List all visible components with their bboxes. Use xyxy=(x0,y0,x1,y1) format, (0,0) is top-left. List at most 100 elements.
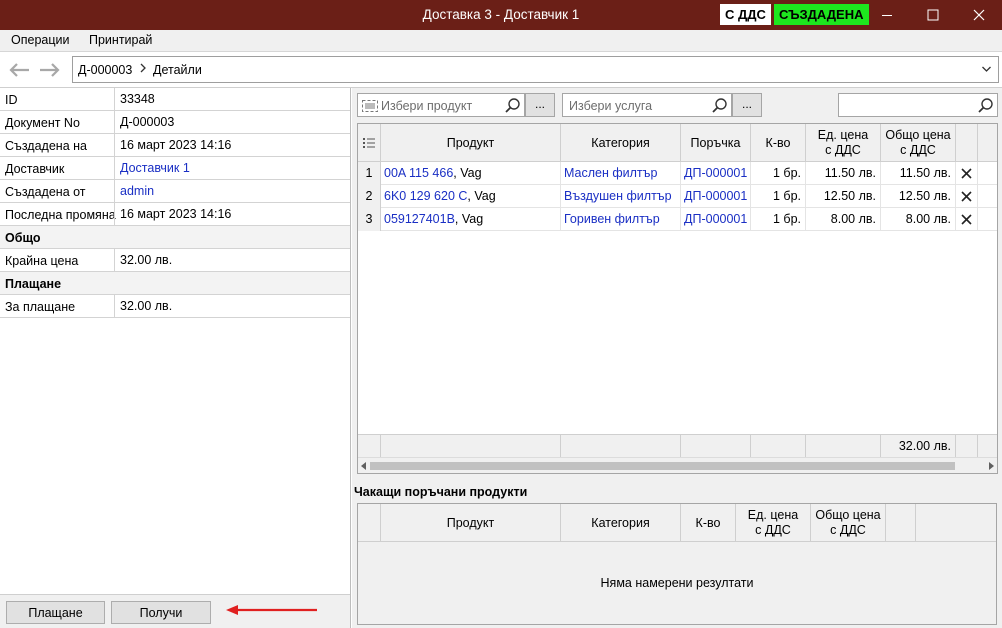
filter-input[interactable] xyxy=(838,93,998,117)
footer-cell xyxy=(381,435,561,458)
header-unit-price[interactable]: Ед. цена с ДДС xyxy=(736,504,811,542)
maximize-button[interactable] xyxy=(910,0,956,30)
row-number: 1 xyxy=(358,162,381,185)
waiting-products-title: Чакащи поръчани продукти xyxy=(354,485,528,499)
delete-row-button[interactable] xyxy=(956,185,978,208)
waiting-grid-header: Продукт Категория К-во Ед. цена с ДДС Об… xyxy=(358,504,996,542)
forward-button[interactable] xyxy=(37,59,63,81)
delete-row-button[interactable] xyxy=(956,208,978,231)
back-button[interactable] xyxy=(6,59,32,81)
section-payment-label: Плащане xyxy=(5,277,62,291)
header-unit-price[interactable]: Ед. цена с ДДС xyxy=(806,124,881,162)
empty-results-message: Няма намерени резултати xyxy=(600,576,754,590)
total-price-cell: 12.50 лв. xyxy=(881,185,956,208)
product-selector[interactable]: Избери продукт xyxy=(357,93,525,117)
last-modified-label: Последна промяна xyxy=(5,208,116,222)
header-actions xyxy=(886,504,916,542)
payment-button[interactable]: Плащане xyxy=(6,601,105,624)
menu-operations[interactable]: Операции xyxy=(11,33,69,47)
unit-price-cell: 11.50 лв. xyxy=(806,162,881,185)
header-order[interactable]: Поръчка xyxy=(681,124,751,162)
title-bar: Доставка 3 - Доставчик 1 С ДДС СЪЗДАДЕНА xyxy=(0,0,1002,30)
order-link[interactable]: ДП-000001 xyxy=(681,185,751,208)
close-icon xyxy=(973,9,985,21)
delete-row-button[interactable] xyxy=(956,162,978,185)
receive-button[interactable]: Получи xyxy=(111,601,211,624)
created-by-label: Създадена от xyxy=(5,185,86,199)
product-brand: , Vag xyxy=(454,212,484,226)
search-icon[interactable] xyxy=(504,97,521,114)
footer-cell xyxy=(681,435,751,458)
product-link[interactable]: 6K0 129 620 C xyxy=(384,189,467,203)
service-selector[interactable]: Избери услуга xyxy=(562,93,732,117)
order-link[interactable]: ДП-000001 xyxy=(681,208,751,231)
header-total-price[interactable]: Общо цена с ДДС xyxy=(881,124,956,162)
header-blank xyxy=(358,504,381,542)
header-product[interactable]: Продукт xyxy=(381,124,561,162)
search-icon[interactable] xyxy=(977,97,994,114)
menu-print[interactable]: Принтирай xyxy=(89,33,152,47)
product-cell: 059127401B, Vag xyxy=(381,208,561,231)
close-window-button[interactable] xyxy=(956,0,1002,30)
chevron-right-icon xyxy=(140,63,146,73)
to-pay-value: 32.00 лв. xyxy=(114,295,172,318)
section-payment: Плащане xyxy=(0,272,350,295)
unit-price-cell: 12.50 лв. xyxy=(806,185,881,208)
chevron-down-icon[interactable] xyxy=(981,64,992,74)
search-icon[interactable] xyxy=(711,97,728,114)
breadcrumb-details[interactable]: Детайли xyxy=(153,63,202,77)
created-by-link[interactable]: admin xyxy=(114,180,154,203)
category-link[interactable]: Въздушен филтър xyxy=(561,185,681,208)
service-browse-button[interactable]: ... xyxy=(732,93,762,117)
to-pay-label: За плащане xyxy=(5,300,76,314)
scroll-left-icon[interactable] xyxy=(361,462,367,470)
final-price-label: Крайна цена xyxy=(5,254,79,268)
header-total-price-line1: Общо цена xyxy=(815,508,881,522)
footer-cell xyxy=(751,435,806,458)
breadcrumb-document[interactable]: Д-000003 xyxy=(78,63,132,77)
scroll-right-icon[interactable] xyxy=(988,462,994,470)
header-qty[interactable]: К-во xyxy=(751,124,806,162)
product-link[interactable]: 00A 115 466 xyxy=(384,166,453,180)
header-actions xyxy=(956,124,978,162)
table-row[interactable]: 1 00A 115 466, Vag Маслен филтър ДП-0000… xyxy=(358,162,997,185)
scrollbar-thumb[interactable] xyxy=(370,462,955,470)
section-total: Общо xyxy=(0,226,350,249)
waiting-products-grid: Продукт Категория К-во Ед. цена с ДДС Об… xyxy=(357,503,997,625)
table-row[interactable]: 2 6K0 129 620 C, Vag Въздушен филтър ДП-… xyxy=(358,185,997,208)
navigation-bar: Д-000003 Детайли xyxy=(0,52,1002,88)
service-selector-placeholder: Избери услуга xyxy=(569,99,653,113)
last-modified-value: 16 март 2023 14:16 xyxy=(114,203,231,226)
qty-cell: 1 бр. xyxy=(751,185,806,208)
row-document-no: Документ No Д-000003 xyxy=(0,111,350,134)
delete-icon xyxy=(961,168,972,179)
header-total-price-line1: Общо цена xyxy=(885,128,951,142)
horizontal-scrollbar[interactable] xyxy=(358,457,997,473)
footer-total: 32.00 лв. xyxy=(881,435,956,458)
category-link[interactable]: Горивен филтър xyxy=(561,208,681,231)
header-category[interactable]: Категория xyxy=(561,504,681,542)
header-unit-price-line2: с ДДС xyxy=(755,523,791,537)
header-product[interactable]: Продукт xyxy=(381,504,561,542)
header-unit-price-line1: Ед. цена xyxy=(747,508,799,522)
barcode-icon xyxy=(362,100,378,112)
arrow-left-icon xyxy=(9,63,29,77)
category-link[interactable]: Маслен филтър xyxy=(561,162,681,185)
order-link[interactable]: ДП-000001 xyxy=(681,162,751,185)
minimize-button[interactable] xyxy=(864,0,910,30)
product-selector-placeholder: Избери продукт xyxy=(381,99,473,113)
maximize-icon xyxy=(927,9,939,21)
annotation-arrow-icon xyxy=(226,605,317,615)
column-chooser[interactable] xyxy=(358,124,381,162)
header-category[interactable]: Категория xyxy=(561,124,681,162)
header-unit-price-line1: Ед. цена xyxy=(817,128,869,142)
table-row[interactable]: 3 059127401B, Vag Горивен филтър ДП-0000… xyxy=(358,208,997,231)
supplier-link[interactable]: Доставчик 1 xyxy=(114,157,190,180)
header-total-price[interactable]: Общо цена с ДДС xyxy=(811,504,886,542)
breadcrumb[interactable]: Д-000003 Детайли xyxy=(72,56,999,83)
header-qty[interactable]: К-во xyxy=(681,504,736,542)
product-brand: , Vag xyxy=(467,189,496,203)
row-created-by: Създадена от admin xyxy=(0,180,350,203)
product-browse-button[interactable]: ... xyxy=(525,93,555,117)
product-link[interactable]: 059127401B xyxy=(384,212,455,226)
